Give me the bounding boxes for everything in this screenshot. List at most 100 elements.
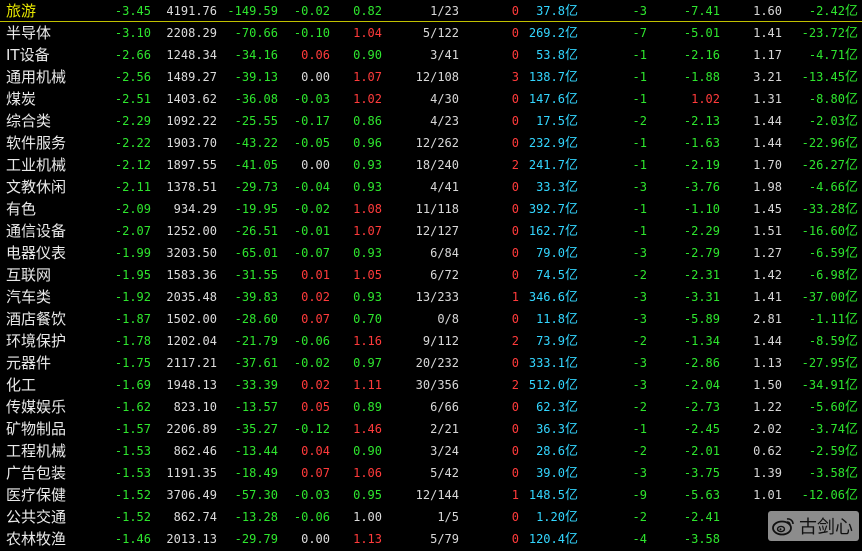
cell-rise-5d: 1.02 (691, 92, 720, 106)
cell-value: 17.5 (536, 114, 565, 128)
table-row[interactable]: IT设备 -2.66 1248.34 -34.16 0.06 0.90 3/41 0 53.8亿… (0, 44, 862, 66)
cell-value: 11.8 (536, 312, 565, 326)
cell-turnover-amount: 36.3亿 (536, 418, 578, 440)
cell-volume-ratio: 0.90 (353, 444, 382, 458)
table-row[interactable]: 煤炭 -2.51 1403.62 -36.08 -0.03 1.02 4/30 0 147.6亿… (0, 88, 862, 110)
cell-price: 4191.76 (166, 4, 217, 18)
table-row[interactable]: 有色 -2.09 934.29 -19.95 -0.02 1.08 11/118 0 392.7… (0, 198, 862, 220)
table-row[interactable]: 工业机械 -2.12 1897.55 -41.05 0.00 0.93 18/240 2 241… (0, 154, 862, 176)
cell-turnover-rate: 1.41 (753, 290, 782, 304)
cell-volume-ratio: 1.46 (353, 422, 382, 436)
cell-value: 39.0 (536, 466, 565, 480)
cell-net-inflow: -6.98亿 (809, 264, 858, 286)
table-row[interactable]: 综合类 -2.29 1092.22 -25.55 -0.17 0.86 4/23 0 17.5亿… (0, 110, 862, 132)
cell-speed: 0.06 (301, 48, 330, 62)
table-row[interactable]: 医疗保健 -1.52 3706.49 -57.30 -0.03 0.95 12/144 1 14… (0, 484, 862, 506)
unit-label: 亿 (564, 268, 578, 283)
cell-value: -2.59 (808, 444, 845, 458)
table-row[interactable]: 半导体 -3.10 2208.29 -70.66 -0.10 1.04 5/122 0 269.… (0, 22, 862, 44)
cell-volume-ratio: 1.16 (353, 334, 382, 348)
cell-rise-5d: -5.89 (683, 312, 720, 326)
cell-value: 512.0 (528, 378, 565, 392)
table-row[interactable]: 公共交通 -1.52 862.74 -13.28 -0.06 1.00 1/5 0 1.20亿 -… (0, 506, 862, 528)
cell-value: 241.7 (528, 158, 565, 172)
table-row[interactable]: 环境保护 -1.78 1202.04 -21.79 -0.06 1.16 9/112 2 73.… (0, 330, 862, 352)
cell-limit-up-count: 2 (511, 378, 519, 392)
table-row[interactable]: 互联网 -1.95 1583.36 -31.55 0.01 1.05 6/72 0 74.5亿 -… (0, 264, 862, 286)
cell-change: -65.01 (234, 246, 278, 260)
cell-up-ratio: 6/66 (430, 400, 459, 414)
unit-label: 亿 (844, 224, 858, 239)
cell-value: -22.96 (801, 136, 845, 150)
table-row[interactable]: 文教休闲 -2.11 1378.51 -29.73 -0.04 0.93 4/41 0 33.3… (0, 176, 862, 198)
cell-volume-ratio: 0.96 (353, 136, 382, 150)
cell-speed: 0.07 (301, 312, 330, 326)
cell-limit-up-count: 0 (511, 48, 519, 62)
unit-label: 亿 (564, 466, 578, 481)
cell-limit-up-count: 0 (511, 202, 519, 216)
table-row[interactable]: 酒店餐饮 -1.87 1502.00 -28.60 0.07 0.70 0/8 0 11.8亿 -… (0, 308, 862, 330)
unit-label: 亿 (844, 422, 858, 437)
cell-limit-up-count: 0 (511, 356, 519, 370)
cell-value: 269.2 (528, 26, 565, 40)
table-row[interactable]: 工程机械 -1.53 862.46 -13.44 0.04 0.90 3/24 0 28.6亿 -… (0, 440, 862, 462)
cell-limit-up-count: 0 (511, 466, 519, 480)
cell-rise-5d: -2.31 (683, 268, 720, 282)
cell-rise-5d: -1.34 (683, 334, 720, 348)
unit-label: 亿 (844, 180, 858, 195)
cell-change: -34.16 (234, 48, 278, 62)
table-row[interactable]: 传媒娱乐 -1.62 823.10 -13.57 0.05 0.89 6/66 0 62.3亿 -… (0, 396, 862, 418)
cell-value: -8.80 (808, 92, 845, 106)
cell-value: 148.5 (528, 488, 565, 502)
unit-label: 亿 (564, 4, 578, 19)
sector-name: 工程机械 (6, 442, 67, 460)
table-row[interactable]: 电器仪表 -1.99 3203.50 -65.01 -0.07 0.93 6/84 0 79.0… (0, 242, 862, 264)
cell-price: 1502.00 (166, 312, 217, 326)
cell-change: -25.55 (234, 114, 278, 128)
cell-turnover-rate: 1.70 (753, 158, 782, 172)
table-row[interactable]: 通信设备 -2.07 1252.00 -26.51 -0.01 1.07 12/127 0 16… (0, 220, 862, 242)
cell-price: 1248.34 (166, 48, 217, 62)
unit-label: 亿 (564, 202, 578, 217)
cell-speed: 0.01 (301, 268, 330, 282)
cell-main-flow: -7 (632, 26, 647, 40)
cell-change: -36.08 (234, 92, 278, 106)
cell-net-inflow: -3.58亿 (809, 462, 858, 484)
table-row[interactable]: 广告包装 -1.53 1191.35 -18.49 0.07 1.06 5/42 0 39.0亿… (0, 462, 862, 484)
cell-volume-ratio: 1.08 (353, 202, 382, 216)
sector-name: 环境保护 (6, 332, 67, 350)
cell-value: 33.3 (536, 180, 565, 194)
sector-name: 煤炭 (6, 90, 37, 108)
cell-speed: 0.04 (301, 444, 330, 458)
cell-change-pct: -2.11 (114, 180, 151, 194)
table-row[interactable]: 化工 -1.69 1948.13 -33.39 0.02 1.11 30/356 2 512.0… (0, 374, 862, 396)
unit-label: 亿 (844, 4, 858, 19)
table-row[interactable]: 矿物制品 -1.57 2206.89 -35.27 -0.12 1.46 2/21 0 36.3… (0, 418, 862, 440)
cell-main-flow: -3 (632, 290, 647, 304)
cell-value: 333.1 (528, 356, 565, 370)
cell-rise-5d: -2.45 (683, 422, 720, 436)
cell-turnover-rate: 1.31 (753, 92, 782, 106)
cell-net-inflow: -4.71亿 (809, 44, 858, 66)
cell-value: -37.00 (801, 290, 845, 304)
cell-value: -4.66 (808, 180, 845, 194)
cell-main-flow: -1 (632, 92, 647, 106)
unit-label: 亿 (844, 48, 858, 63)
cell-limit-up-count: 0 (511, 268, 519, 282)
cell-limit-up-count: 0 (511, 26, 519, 40)
cell-turnover-amount: 37.8亿 (536, 0, 578, 22)
cell-turnover-amount: 28.6亿 (536, 440, 578, 462)
cell-net-inflow: -5.60亿 (809, 396, 858, 418)
table-row[interactable]: 元器件 -1.75 2117.21 -37.61 -0.02 0.97 20/232 0 333… (0, 352, 862, 374)
cell-value: 36.3 (536, 422, 565, 436)
cell-main-flow: -2 (632, 444, 647, 458)
cell-volume-ratio: 0.93 (353, 246, 382, 260)
table-row[interactable]: 旅游 -3.45 4191.76 -149.59 -0.02 0.82 1/23 0 37.8亿… (0, 0, 862, 22)
table-row[interactable]: 软件服务 -2.22 1903.70 -43.22 -0.05 0.96 12/262 0 23… (0, 132, 862, 154)
cell-volume-ratio: 1.07 (353, 224, 382, 238)
table-row[interactable]: 通用机械 -2.56 1489.27 -39.13 0.00 1.07 12/108 3 138… (0, 66, 862, 88)
cell-change-pct: -2.22 (114, 136, 151, 150)
table-row[interactable]: 汽车类 -1.92 2035.48 -39.83 0.02 0.93 13/233 1 346.… (0, 286, 862, 308)
cell-turnover-amount: 39.0亿 (536, 462, 578, 484)
cell-turnover-amount: 79.0亿 (536, 242, 578, 264)
